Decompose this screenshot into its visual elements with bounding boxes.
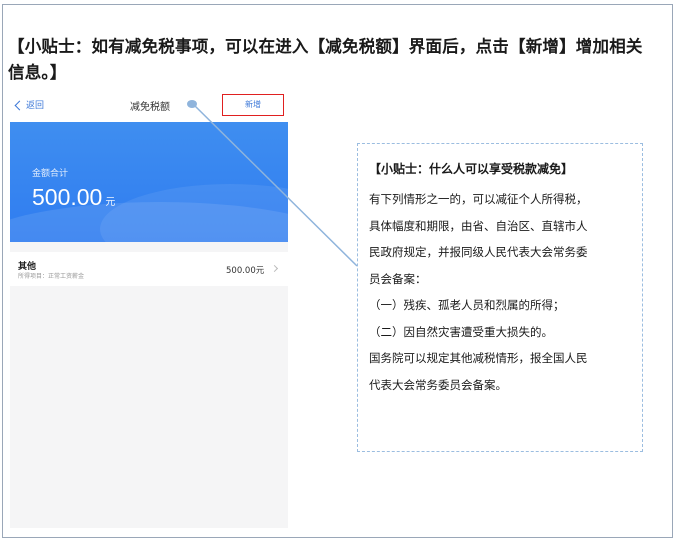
callout-line: 民政府规定，并报同级人民代表大会常务委 (369, 245, 588, 259)
back-button[interactable]: 返回 (14, 98, 45, 111)
phone-screenshot: 返回 减免税额 新增 金额合计 500.00 元 其他 所得项目：正常工资薪金 5… (10, 90, 288, 528)
callout-title: 【小贴士：什么人可以享受税款减免】 (369, 162, 574, 176)
item-amount: 500.00元 (226, 266, 265, 276)
callout-line: 具体幅度和期限，由省、自治区、直辖市人 (369, 218, 588, 233)
callout-line: 代表大会常务委员会备案。 (369, 377, 507, 392)
page-title: 减免税额 (130, 102, 170, 113)
total-label: 金额合计 (32, 169, 69, 179)
callout-line: （二）因自然灾害遭受重大损失的。 (369, 324, 553, 339)
callout-line: 有下列情形之一的，可以减征个人所得税， (369, 192, 588, 206)
tip-heading: 【小贴士：如有减免税事项，可以在进入【减免税额】界面后，点击【新增】增加相关信息… (8, 37, 643, 82)
item-subtitle: 所得项目：正常工资薪金 (18, 273, 85, 280)
banner-wave-decoration (100, 184, 288, 242)
chevron-left-icon (14, 100, 25, 110)
callout-line: 员会备案： (369, 271, 427, 286)
back-label: 返回 (26, 101, 45, 111)
add-button[interactable]: 新增 (222, 94, 284, 116)
total-amount: 500.00 元 (32, 184, 115, 211)
nav-bar: 返回 减免税额 新增 (10, 90, 288, 122)
total-amount-unit: 元 (105, 197, 116, 208)
tip-callout: 【小贴士：什么人可以享受税款减免】 有下列情形之一的，可以减征个人所得税， 具体… (357, 143, 643, 452)
summary-banner: 金额合计 500.00 元 (10, 122, 288, 242)
list-item[interactable]: 其他 所得项目：正常工资薪金 500.00元 (10, 252, 288, 286)
total-amount-value: 500.00 (32, 184, 103, 210)
callout-line: （一）残疾、孤老人员和烈属的所得； (369, 298, 565, 312)
callout-line: 国务院可以规定其他减税情形，报全国人民 (369, 351, 588, 365)
chevron-right-icon (270, 264, 279, 273)
